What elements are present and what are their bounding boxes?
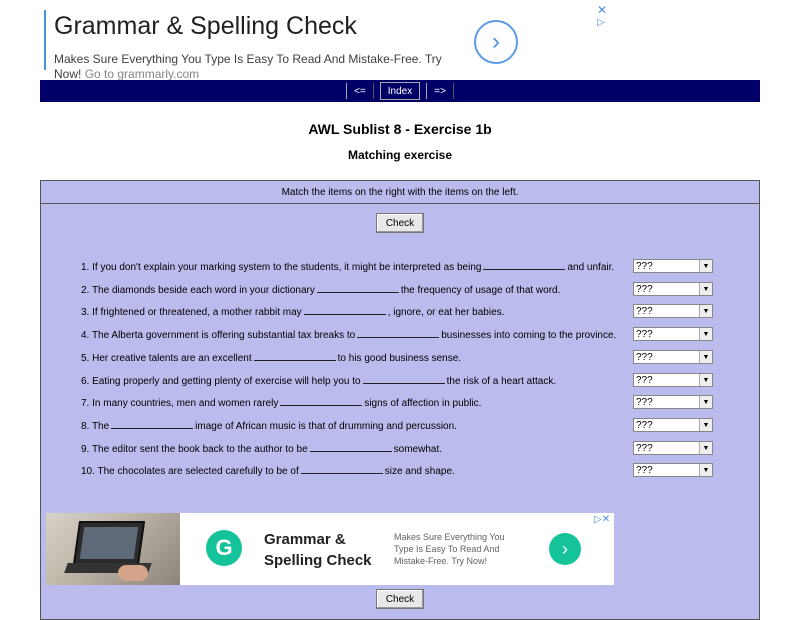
answer-select-value: ???	[636, 284, 653, 295]
answer-select[interactable]: ??? ▼	[633, 304, 713, 318]
question-row: 2. The diamonds beside each word in your…	[81, 283, 560, 296]
answer-select[interactable]: ??? ▼	[633, 395, 713, 409]
question-text-before: 9. The editor sent the book back to the …	[81, 444, 308, 455]
answer-select-value: ???	[636, 352, 653, 363]
index-link[interactable]: Index	[379, 82, 421, 100]
answer-select[interactable]: ??? ▼	[633, 463, 713, 477]
question-text-after: , ignore, or eat her babies.	[387, 307, 505, 318]
page-title: AWL Sublist 8 - Exercise 1b	[308, 121, 492, 137]
question-text-after: and unfair.	[567, 262, 615, 273]
question-row: 6. Eating properly and getting plenty of…	[81, 374, 556, 387]
answer-blank	[300, 464, 383, 474]
chevron-down-icon[interactable]: ▼	[699, 419, 712, 431]
question-row: 1. If you don't explain your marking sys…	[81, 260, 614, 273]
question-text-after: the frequency of usage of that word.	[400, 285, 561, 296]
answer-blank	[111, 419, 194, 429]
ad-url-link[interactable]: Go to grammarly.com	[85, 67, 199, 81]
chevron-down-icon[interactable]: ▼	[699, 305, 712, 317]
answer-select-value: ???	[636, 397, 653, 408]
question-row: 9. The editor sent the book back to the …	[81, 442, 442, 455]
close-icon[interactable]: ✕	[597, 4, 607, 16]
answer-select-value: ???	[636, 420, 653, 431]
hand-image	[118, 565, 148, 581]
close-icon[interactable]: ▷✕	[594, 514, 610, 525]
grammarly-logo-icon: G	[206, 530, 242, 566]
question-row: 7. In many countries, men and women rare…	[81, 396, 481, 409]
ad-title[interactable]: Grammar & Spelling Check	[54, 12, 357, 41]
answer-blank	[316, 283, 399, 293]
question-text-after: businesses into coming to the province.	[441, 330, 617, 341]
question-row: 5. Her creative talents are an excellent…	[81, 351, 461, 364]
question-row: 4. The Alberta government is offering su…	[81, 328, 616, 341]
answer-blank	[309, 442, 392, 452]
question-text-before: 10. The chocolates are selected carefull…	[81, 466, 299, 477]
question-text-before: 5. Her creative talents are an excellent	[81, 353, 252, 364]
chevron-right-icon[interactable]: ›	[474, 20, 518, 64]
answer-blank	[357, 328, 440, 338]
question-text-before: 4. The Alberta government is offering su…	[81, 330, 356, 341]
question-text-before: 1. If you don't explain your marking sys…	[81, 262, 482, 273]
ad-description: Makes Sure Everything You Type Is Easy T…	[54, 52, 454, 82]
answer-blank	[303, 305, 386, 315]
answer-select-value: ???	[636, 261, 653, 272]
answer-select[interactable]: ??? ▼	[633, 373, 713, 387]
bottom-ad-title[interactable]: Grammar & Spelling Check	[264, 529, 394, 571]
answer-select[interactable]: ??? ▼	[633, 441, 713, 455]
chevron-down-icon[interactable]: ▼	[699, 396, 712, 408]
prev-link[interactable]: <=	[346, 83, 374, 99]
nav-bar: <= Index =>	[40, 80, 760, 102]
question-row: 10. The chocolates are selected carefull…	[81, 464, 455, 477]
laptop-image	[72, 521, 146, 565]
chevron-down-icon[interactable]: ▼	[699, 328, 712, 340]
question-row: 3. If frightened or threatened, a mother…	[81, 305, 504, 318]
answer-select[interactable]: ??? ▼	[633, 418, 713, 432]
answer-select-value: ???	[636, 329, 653, 340]
answer-select[interactable]: ??? ▼	[633, 327, 713, 341]
question-text-after: signs of affection in public.	[364, 398, 482, 409]
chevron-down-icon[interactable]: ▼	[699, 260, 712, 272]
ad-info-icon[interactable]: ▷	[597, 17, 605, 28]
answer-select[interactable]: ??? ▼	[633, 282, 713, 296]
chevron-down-icon[interactable]: ▼	[699, 351, 712, 363]
answer-blank	[280, 396, 363, 406]
answer-select-value: ???	[636, 443, 653, 454]
question-text-after: size and shape.	[384, 466, 455, 477]
page-subtitle: Matching exercise	[347, 148, 453, 162]
answer-select[interactable]: ??? ▼	[633, 259, 713, 273]
instructions: Match the items on the right with the it…	[41, 181, 759, 204]
answer-select[interactable]: ??? ▼	[633, 350, 713, 364]
chevron-down-icon[interactable]: ▼	[699, 374, 712, 386]
answer-blank	[362, 374, 445, 384]
question-text-after: image of African music is that of drummi…	[195, 421, 457, 432]
question-text-after: the risk of a heart attack.	[446, 376, 557, 387]
ad-photo	[46, 513, 180, 585]
question-text-before: 2. The diamonds beside each word in your…	[81, 285, 315, 296]
question-text-after: somewhat.	[393, 444, 442, 455]
question-text-before: 7. In many countries, men and women rare…	[81, 398, 279, 409]
next-link[interactable]: =>	[426, 83, 454, 99]
answer-select-value: ???	[636, 375, 653, 386]
answer-select-value: ???	[636, 465, 653, 476]
chevron-down-icon[interactable]: ▼	[699, 464, 712, 476]
top-ad-banner[interactable]: Grammar & Spelling Check Makes Sure Ever…	[44, 4, 614, 81]
question-text-before: 3. If frightened or threatened, a mother…	[81, 307, 302, 318]
ad-accent-bar	[44, 10, 46, 70]
check-button-bottom[interactable]: Check	[376, 589, 424, 609]
chevron-right-icon[interactable]: ›	[549, 533, 581, 565]
question-text-after: to his good business sense.	[337, 353, 462, 364]
chevron-down-icon[interactable]: ▼	[699, 442, 712, 454]
bottom-ad-description: Makes Sure Everything You Type Is Easy T…	[394, 532, 505, 566]
answer-blank	[253, 351, 336, 361]
question-row: 8. The image of African music is that of …	[81, 419, 457, 432]
check-button[interactable]: Check	[376, 213, 424, 233]
bottom-ad-banner[interactable]: G Grammar & Spelling Check Makes Sure Ev…	[46, 513, 614, 585]
question-text-before: 6. Eating properly and getting plenty of…	[81, 376, 361, 387]
chevron-down-icon[interactable]: ▼	[699, 283, 712, 295]
answer-select-value: ???	[636, 306, 653, 317]
answer-blank	[483, 260, 566, 270]
question-text-before: 8. The	[81, 421, 110, 432]
